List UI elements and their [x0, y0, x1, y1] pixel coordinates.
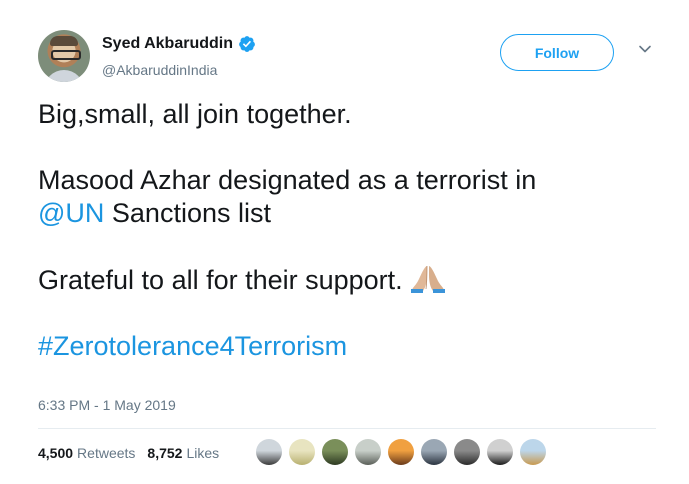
likes-stat[interactable]: 8,752 Likes	[147, 445, 219, 461]
author-name-row[interactable]: Syed Akbaruddin	[102, 35, 256, 53]
liker-avatar[interactable]	[355, 439, 381, 465]
tweet-timestamp[interactable]: 6:33 PM - 1 May 2019	[38, 397, 176, 413]
chevron-down-icon[interactable]	[638, 42, 652, 56]
tweet-line-text: Grateful to all for their support.	[38, 265, 403, 295]
retweets-stat[interactable]: 4,500 Retweets	[38, 445, 135, 461]
tweet-line: Masood Azhar designated as a terrorist i…	[38, 165, 537, 195]
folded-hands-emoji-icon	[410, 265, 445, 293]
avatar-hair	[50, 36, 78, 46]
likes-label: Likes	[186, 445, 220, 461]
tweet-line: Big,small, all join together.	[38, 99, 352, 129]
liker-avatar[interactable]	[421, 439, 447, 465]
tweet-line: @UN Sanctions list	[38, 197, 658, 230]
liker-avatar[interactable]	[289, 439, 315, 465]
liker-avatar[interactable]	[256, 439, 282, 465]
verified-badge-icon	[239, 36, 255, 52]
mention-link[interactable]: @UN	[38, 198, 104, 228]
tweet-line: Grateful to all for their support.	[38, 263, 658, 297]
follow-button[interactable]: Follow	[500, 34, 614, 71]
liker-avatar[interactable]	[322, 439, 348, 465]
tweet-header: Syed Akbaruddin @AkbaruddinIndia Follow	[38, 30, 663, 86]
author-handle[interactable]: @AkbaruddinIndia	[102, 62, 217, 78]
retweets-label: Retweets	[77, 445, 136, 461]
divider	[38, 428, 656, 429]
liker-avatar[interactable]	[520, 439, 546, 465]
author-name[interactable]: Syed Akbaruddin	[102, 35, 233, 53]
tweet-line-text: Sanctions list	[104, 198, 271, 228]
liker-avatars	[256, 439, 553, 465]
hashtag-link[interactable]: #Zerotolerance4Terrorism	[38, 330, 658, 363]
liker-avatar[interactable]	[454, 439, 480, 465]
tweet-text: Big,small, all join together. Masood Azh…	[38, 98, 658, 363]
avatar-glasses	[51, 50, 81, 60]
likes-count: 8,752	[147, 445, 183, 461]
liker-avatar[interactable]	[487, 439, 513, 465]
liker-avatar[interactable]	[388, 439, 414, 465]
engagement-stats: 4,500 Retweets 8,752 Likes	[38, 445, 219, 461]
retweets-count: 4,500	[38, 445, 74, 461]
avatar-shirt	[44, 70, 84, 82]
avatar[interactable]	[38, 30, 90, 82]
